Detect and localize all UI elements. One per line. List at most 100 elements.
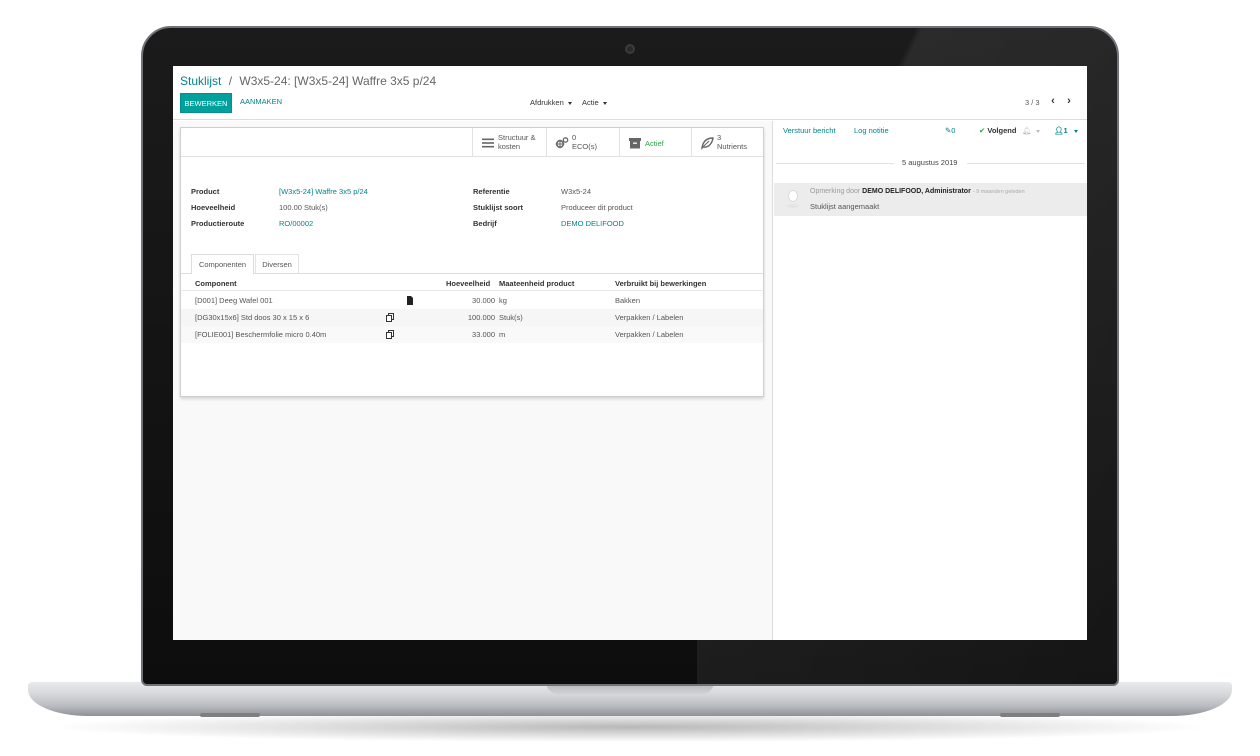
date-separator: 5 augustus 2019 (774, 157, 1087, 167)
form-sheet: Structuur & kosten 0 ECO(s) Actief 3 Nut… (180, 127, 764, 397)
message-prefix: Opmerking door (810, 188, 861, 195)
route-value[interactable]: RO/00002 (279, 219, 313, 228)
tab-misc[interactable]: Diversen (255, 254, 299, 273)
row-quantity: 100.000 (467, 313, 495, 322)
eco-text: 0 ECO(s) (572, 133, 597, 151)
table-row[interactable]: [FOLIE001] Beschermfolie micro 0.40m 33.… (181, 326, 763, 343)
company-value[interactable]: DEMO DELIFOOD (561, 219, 624, 228)
message-body: Stuklijst aangemaakt (810, 202, 880, 211)
smart-button-box: Structuur & kosten 0 ECO(s) Actief 3 Nut… (181, 128, 763, 157)
nutrients-text: 3 Nutrients (717, 133, 747, 151)
active-toggle-button[interactable]: Actief (619, 128, 691, 157)
table-row[interactable]: [DG30x15x6] Std doos 30 x 15 x 6 100.000… (181, 309, 763, 326)
followers-dropdown[interactable]: 👤︎1 (1054, 126, 1078, 135)
row-uom: m (499, 330, 506, 339)
reference-value: W3x5-24 (561, 187, 592, 196)
log-note-button[interactable]: Log notitie (854, 126, 889, 135)
caret-down-icon (567, 101, 572, 105)
chatter-panel: Verstuur bericht Log notitie ✎0 ✔ Volgen… (774, 121, 1087, 640)
breadcrumb-current: W3x5-24: [W3x5-24] Waffre 3x5 p/24 (239, 74, 437, 88)
quantity-value: 100.00 Stuk(s) (279, 203, 328, 212)
bars-icon (482, 138, 494, 148)
action-label: Actie (582, 98, 599, 107)
row-uom: kg (499, 296, 507, 305)
followers-count: 1 (1063, 126, 1068, 135)
structure-line2: kosten (498, 142, 521, 151)
date-separator-text: 5 augustus 2019 (902, 158, 958, 167)
active-label: Actief (645, 139, 664, 148)
message-author[interactable]: DEMO DELIFOOD, Administrator (862, 188, 971, 195)
caret-down-icon (602, 101, 607, 105)
row-operation: Verpakken / Labelen (615, 313, 684, 322)
nutrients-label: Nutrients (717, 142, 748, 151)
structure-cost-text: Structuur & kosten (498, 133, 536, 151)
chatter-message: Opmerking door DEMO DELIFOOD, Administra… (774, 183, 1087, 216)
message-header: Opmerking door DEMO DELIFOOD, Administra… (810, 188, 1025, 195)
follow-label: Volgend (987, 126, 1017, 135)
pager-value: 3 / 3 (1025, 98, 1040, 107)
attachments-count: 0 (951, 126, 956, 135)
separator-line-left (776, 163, 894, 164)
attachments-button[interactable]: ✎0 (945, 126, 955, 135)
table-row[interactable]: [D001] Deeg Wafel 001 30.000 kg Bakken (181, 292, 763, 309)
action-dropdown[interactable]: Actie (582, 98, 607, 107)
product-value[interactable]: [W3x5-24] Waffre 3x5 p/24 (279, 187, 368, 196)
table-header: Component Hoeveelheid Maateenheid produc… (181, 274, 763, 291)
row-operation: Bakken (615, 296, 641, 305)
tab-components[interactable]: Componenten (191, 254, 254, 274)
pager-previous-icon[interactable]: ‹ (1048, 95, 1058, 107)
product-label: Product (191, 187, 220, 196)
row-component: [DG30x15x6] Std doos 30 x 15 x 6 (195, 313, 310, 322)
caret-down-icon (1035, 129, 1040, 133)
company-label: Bedrijf (473, 219, 497, 228)
control-panel: Stuklijst / W3x5-24: [W3x5-24] Waffre 3x… (173, 66, 1087, 120)
laptop-foot (1000, 713, 1060, 717)
row-operation: Verpakken / Labelen (615, 330, 684, 339)
nutrients-count: 3 (717, 133, 722, 142)
eco-count: 0 (572, 133, 577, 142)
copy-icon[interactable] (386, 330, 394, 339)
send-message-button[interactable]: Verstuur bericht (783, 126, 836, 135)
column-header-uom[interactable]: Maateenheid product (499, 279, 574, 288)
print-label: Afdrukken (530, 98, 564, 107)
eco-button[interactable]: 0 ECO(s) (546, 128, 619, 157)
quantity-label: Hoeveelheid (191, 203, 236, 212)
nutrients-button[interactable]: 3 Nutrients (691, 128, 763, 157)
camera-icon (625, 44, 635, 54)
follow-button[interactable]: ✔ Volgend (979, 126, 1016, 135)
bom-type-value: Produceer dit product (561, 203, 633, 212)
row-quantity: 33.000 (472, 330, 495, 339)
gears-icon (555, 137, 569, 149)
breadcrumb-separator: / (228, 74, 233, 88)
avatar (787, 190, 799, 208)
separator-line-right (967, 163, 1085, 164)
create-button[interactable]: AANMAKEN (240, 97, 282, 106)
structure-line1: Structuur & (498, 133, 536, 142)
print-dropdown[interactable]: Afdrukken (530, 98, 572, 107)
bom-type-label: Stuklijst soort (473, 203, 524, 212)
archive-icon (629, 138, 641, 149)
column-header-operation[interactable]: Verbruikt bij bewerkingen (615, 279, 706, 288)
breadcrumb-parent[interactable]: Stuklijst (180, 74, 221, 88)
row-quantity: 30.000 (472, 296, 495, 305)
caret-down-icon (1073, 129, 1078, 133)
edit-button[interactable]: BEWERKEN (180, 93, 232, 113)
row-component: [FOLIE001] Beschermfolie micro 0.40m (195, 330, 327, 339)
laptop-foot (200, 713, 260, 717)
app-screen: Stuklijst / W3x5-24: [W3x5-24] Waffre 3x… (173, 66, 1087, 640)
bell-icon: 🔔︎ (1022, 126, 1032, 135)
reference-label: Referentie (473, 187, 510, 196)
pager-next-icon[interactable]: › (1064, 95, 1074, 107)
copy-icon[interactable] (386, 313, 394, 322)
document-icon[interactable] (406, 296, 414, 305)
breadcrumb: Stuklijst / W3x5-24: [W3x5-24] Waffre 3x… (180, 74, 436, 88)
structure-cost-button[interactable]: Structuur & kosten (472, 128, 546, 157)
check-icon: ✔ (979, 126, 986, 135)
column-header-quantity[interactable]: Hoeveelheid (446, 279, 490, 288)
leaf-icon (701, 137, 714, 150)
user-icon: 👤︎ (1054, 126, 1064, 135)
notification-dropdown[interactable]: 🔔︎ (1022, 126, 1040, 135)
form-area: Structuur & kosten 0 ECO(s) Actief 3 Nut… (173, 121, 773, 640)
row-component: [D001] Deeg Wafel 001 (195, 296, 273, 305)
column-header-component[interactable]: Component (195, 279, 237, 288)
